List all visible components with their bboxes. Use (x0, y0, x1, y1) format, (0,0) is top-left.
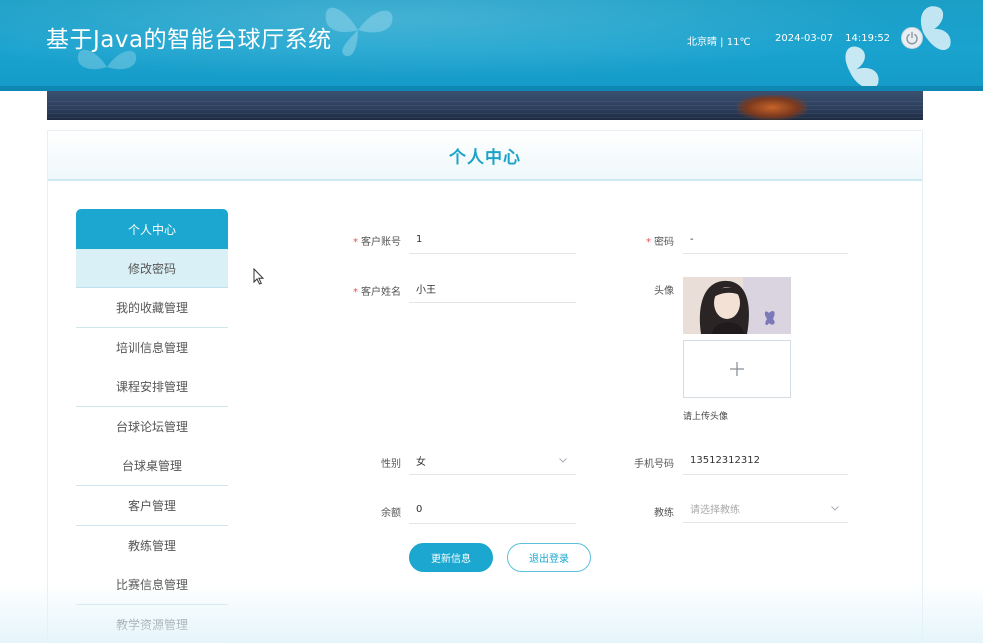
account-field[interactable]: 1 (409, 226, 576, 254)
chevron-down-icon (831, 506, 839, 511)
phone-label: 手机号码 (634, 459, 674, 470)
sidebar-item-course-schedule[interactable]: 课程安排管理 (76, 367, 228, 407)
required-mark: * (353, 287, 358, 298)
time-text: 14:19:52 (845, 33, 891, 44)
name-label-text: 客户姓名 (361, 287, 401, 298)
name-label: * 客户姓名 (330, 283, 401, 298)
sidebar-item-profile[interactable]: 个人中心 (76, 209, 228, 249)
account-label-text: 客户账号 (361, 237, 401, 248)
sidebar-item-customers[interactable]: 客户管理 (76, 486, 228, 526)
coach-placeholder: 请选择教练 (690, 505, 740, 516)
chevron-down-icon (559, 458, 567, 463)
name-value: 小王 (416, 285, 436, 296)
required-mark: * (353, 237, 358, 248)
sidebar-item-resources[interactable]: 教学资源管理 (76, 605, 228, 643)
avatar-label: 头像 (654, 286, 674, 297)
sidebar-item-forum[interactable]: 台球论坛管理 (76, 407, 228, 447)
gender-select[interactable]: 女 (409, 447, 576, 475)
card-header: 个人中心 (48, 131, 922, 181)
update-info-button[interactable]: 更新信息 (409, 543, 493, 572)
plus-icon (730, 362, 744, 376)
sidebar-item-coaches[interactable]: 教练管理 (76, 526, 228, 566)
butterfly-icon (845, 6, 951, 89)
sidebar-item-favorites[interactable]: 我的收藏管理 (76, 288, 228, 328)
banner-image (47, 91, 923, 120)
weather-text: 北京晴 | 11℃ (687, 37, 751, 48)
avatar-image[interactable] (683, 277, 791, 334)
avatar-upload-box[interactable] (683, 340, 791, 398)
account-label: * 客户账号 (330, 233, 401, 248)
top-header: 基于Java的智能台球厅系统 北京晴 | 11℃ 2024-03-07 14:19… (0, 0, 983, 91)
gender-value: 女 (416, 457, 426, 468)
page-title: 个人中心 (449, 147, 521, 168)
required-mark: * (646, 237, 651, 248)
coach-select[interactable]: 请选择教练 (683, 495, 848, 523)
logout-button[interactable]: 退出登录 (507, 543, 591, 572)
app-title: 基于Java的智能台球厅系统 (46, 27, 332, 53)
balance-value: 0 (416, 504, 423, 515)
cursor-icon (253, 268, 265, 285)
phone-value: 13512312312 (690, 455, 760, 466)
password-field[interactable]: - (683, 226, 848, 254)
password-value: - (690, 234, 694, 245)
power-icon (906, 31, 918, 45)
name-field[interactable]: 小王 (409, 275, 576, 303)
sidebar-item-matches[interactable]: 比赛信息管理 (76, 565, 228, 605)
gender-label: 性别 (381, 459, 401, 470)
logout-power-button[interactable] (901, 27, 923, 49)
balance-field[interactable]: 0 (409, 496, 576, 524)
datetime: 2024-03-07 14:19:52 (775, 33, 890, 44)
password-label-text: 密码 (654, 237, 674, 248)
date-text: 2024-03-07 (775, 33, 834, 44)
phone-field[interactable]: 13512312312 (683, 447, 848, 475)
coach-label: 教练 (654, 508, 674, 519)
sidebar-item-training[interactable]: 培训信息管理 (76, 328, 228, 368)
balance-label: 余额 (381, 508, 401, 519)
password-label: * 密码 (603, 233, 674, 248)
sidebar-item-tables[interactable]: 台球桌管理 (76, 446, 228, 486)
banner-sunset (737, 95, 807, 120)
sidebar-item-change-password[interactable]: 修改密码 (76, 249, 228, 289)
account-value: 1 (416, 234, 423, 245)
avatar-portrait (683, 277, 791, 334)
avatar-upload-hint: 请上传头像 (683, 412, 729, 422)
